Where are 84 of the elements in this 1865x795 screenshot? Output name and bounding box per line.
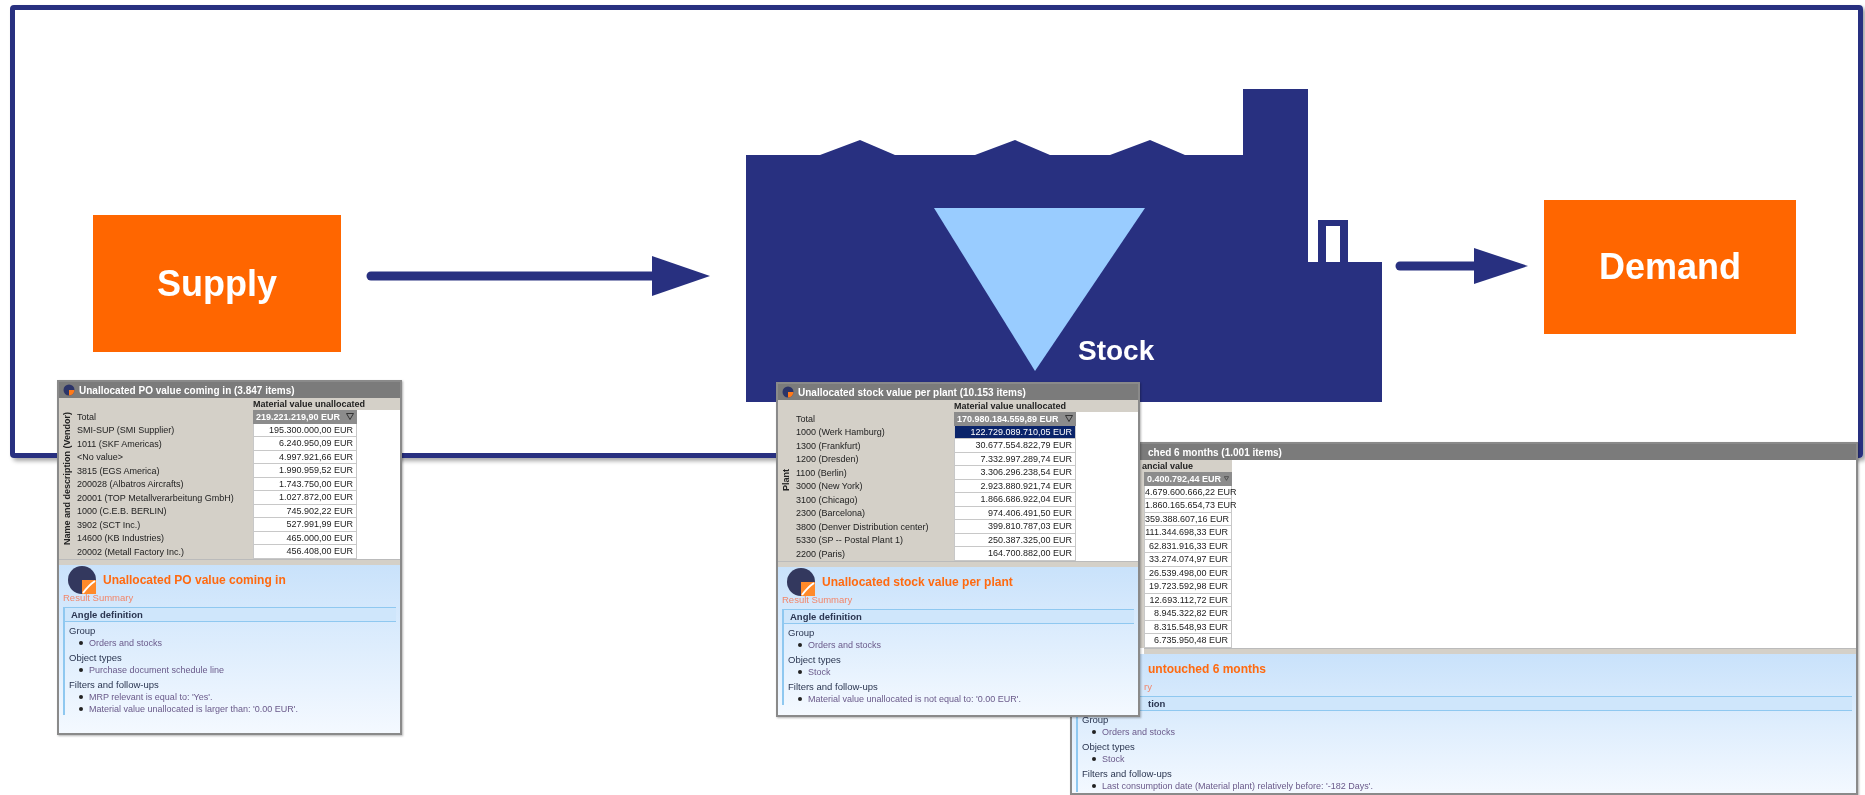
row-label: Total <box>796 413 815 424</box>
group-heading: Group <box>787 625 816 639</box>
app-icon <box>782 386 794 398</box>
group-heading: Object types <box>68 650 123 664</box>
row-label: 3815 (EGS America) <box>77 465 160 476</box>
scroll-bar[interactable] <box>1144 647 1856 654</box>
row-label: 1000 (C.E.B. BERLIN) <box>77 506 167 517</box>
group-heading: Object types <box>787 652 842 666</box>
group-heading: Group <box>68 623 97 637</box>
row-label: 20001 (TOP Metallverarbeitung GmbH) <box>77 492 234 503</box>
group-heading: Object types <box>1081 739 1136 753</box>
definition-item: Orders and stocks <box>796 638 1134 651</box>
row-label: 1000 (Werk Hamburg) <box>796 427 885 438</box>
axis-label: Plant <box>781 469 791 492</box>
group-heading: Filters and follow-ups <box>787 679 879 693</box>
summary-title: Unallocated stock value per plant <box>822 574 1013 589</box>
filter-icon <box>1065 415 1073 423</box>
scroll-bar[interactable] <box>778 560 1138 567</box>
row-label: 2300 (Barcelona) <box>796 508 866 519</box>
column-header: Material value unallocated <box>253 399 366 409</box>
column-header: Material value unallocated <box>954 401 1067 411</box>
row-label: 1100 (Berlin) <box>796 467 847 478</box>
value-cell[interactable]: 3.306.296.238,54 EUR <box>954 466 1076 480</box>
value-cell[interactable]: 164.700.882,00 EUR <box>954 547 1076 561</box>
chart-icon <box>67 564 97 595</box>
row-label: <No value> <box>77 452 124 463</box>
value-cell[interactable]: 30.677.554.822,79 EUR <box>954 439 1076 453</box>
group-heading: Group <box>1081 712 1110 726</box>
value-cell[interactable]: 1.027.872,00 EUR <box>253 491 357 505</box>
definition-item: Purchase document schedule line <box>77 663 396 676</box>
row-label: 3902 (SCT Inc.) <box>77 519 141 530</box>
row-label: Total <box>77 411 96 422</box>
summary-title: Unallocated PO value coming in <box>103 572 286 587</box>
scroll-bar[interactable] <box>59 558 400 565</box>
definition-item: Orders and stocks <box>1090 725 1852 738</box>
window-title: Unallocated stock value per plant (10.153 items) <box>798 386 1026 398</box>
stock-label: Stock <box>1078 335 1155 367</box>
row-label: 3000 (New York) <box>796 481 863 492</box>
summary-title: untouched 6 months <box>1148 661 1266 676</box>
definition-item: Stock <box>1090 752 1852 765</box>
value-cell[interactable]: 527.991,99 EUR <box>253 518 357 532</box>
row-label: 1300 (Frankfurt) <box>796 440 861 451</box>
section-header: Angle definition <box>65 606 396 622</box>
filter-icon <box>1224 475 1229 483</box>
definition-item: Last consumption date (Material plant) relatively before: '-182 Days'. <box>1090 779 1852 792</box>
value-cell[interactable]: 33.274.074,97 EUR <box>1144 553 1232 567</box>
row-label: 2200 (Paris) <box>796 548 846 559</box>
value-cell[interactable]: 1.866.686.922,04 EUR <box>954 493 1076 507</box>
row-label: 200028 (Albatros Aircrafts) <box>77 479 184 490</box>
axis-label: Name and description (Vendor) <box>62 411 72 545</box>
demand-box: Demand <box>1544 200 1796 334</box>
row-label: 1200 (Dresden) <box>796 454 859 465</box>
definition-item: Orders and stocks <box>77 636 396 649</box>
group-heading: Filters and follow-ups <box>68 677 160 691</box>
value-cell[interactable]: 6.735.950,48 EUR <box>1144 634 1232 648</box>
group-heading: Filters and follow-ups <box>1081 766 1173 780</box>
definition-item: MRP relevant is equal to: 'Yes'. <box>77 690 396 703</box>
summary-subtitle: Result Summary <box>63 591 134 603</box>
value-cell[interactable]: 456.408,00 EUR <box>253 545 357 559</box>
value-cell[interactable]: 19.723.592,98 EUR <box>1144 580 1232 594</box>
summary-subtitle: Result Summary <box>782 593 853 605</box>
row-label: 3800 (Denver Distribution center) <box>796 521 929 532</box>
summary-subtitle: ry <box>1144 680 1152 692</box>
row-label: 20002 (Metall Factory Inc.) <box>77 546 185 557</box>
supply-box: Supply <box>93 215 341 352</box>
value-cell[interactable]: 6.240.950,09 EUR <box>253 437 357 451</box>
filter-icon <box>346 413 354 421</box>
column-header: ancial value <box>1142 461 1194 471</box>
value-cell[interactable]: 1.990.959,52 EUR <box>253 464 357 478</box>
row-label: 1011 (SKF Americas) <box>77 438 162 449</box>
chart-icon <box>786 566 816 597</box>
window-title: Unallocated PO value coming in (3.847 items) <box>79 384 295 396</box>
row-label: 5330 (SP -- Postal Plant 1) <box>796 535 903 546</box>
value-cell[interactable]: 8.945.322,82 EUR <box>1144 607 1232 621</box>
value-cell[interactable]: 399.810.787,03 EUR <box>954 520 1076 534</box>
definition-item: Stock <box>796 665 1134 678</box>
section-header: Angle definition <box>784 608 1134 624</box>
window-title: ched 6 months (1.001 items) <box>1148 446 1282 458</box>
row-label: SMI-SUP (SMI Supplier) <box>77 425 175 436</box>
row-label: 3100 (Chicago) <box>796 494 858 505</box>
row-label: 14600 (KB Industries) <box>77 533 165 544</box>
definition-item: Material value unallocated is larger than: '0.00 EUR'. <box>77 702 396 715</box>
app-icon <box>63 384 75 396</box>
value-cell[interactable]: 111.344.698,33 EUR <box>1144 526 1232 540</box>
